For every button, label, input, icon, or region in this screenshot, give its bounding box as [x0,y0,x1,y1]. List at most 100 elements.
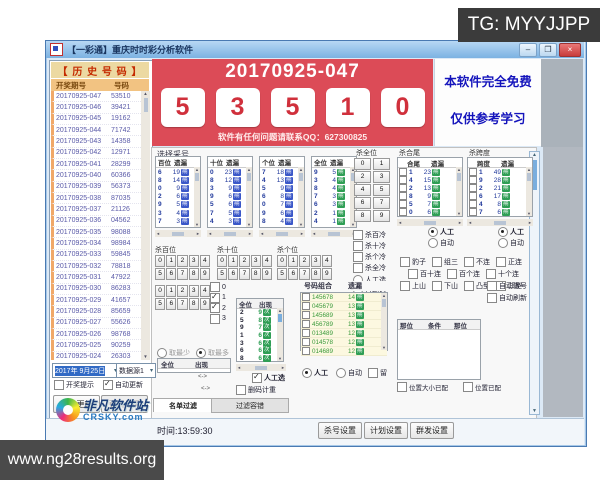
list-scrollbar[interactable]: ▲▼ [298,167,304,227]
broadcast-settings-button[interactable]: 群发设置 [410,422,454,439]
checkbox[interactable] [464,281,474,291]
take-min-radio[interactable]: 取最少 [157,348,190,358]
digit-button[interactable]: 2 [177,255,187,267]
list-hscroll[interactable]: ◄► [311,230,357,237]
manual-pick-checkbox[interactable]: 人工选 [252,373,285,383]
digit-button[interactable]: 2 [354,171,371,183]
digit-button[interactable]: 6 [166,268,176,280]
checkbox[interactable] [302,311,310,319]
digit-button[interactable]: 1 [373,158,390,170]
digit-button[interactable]: 8 [311,268,321,280]
checkbox[interactable] [469,184,477,192]
digit-button[interactable]: 3 [373,171,390,183]
history-row[interactable]: 20170925-03086283 [51,284,141,295]
history-row[interactable]: 20170925-03887035 [51,193,141,204]
digit-button[interactable]: 9 [200,268,210,280]
digit-button[interactable]: 3 [189,285,199,297]
sumtail-manual-radio[interactable]: 人工 [428,227,454,237]
digit-button[interactable]: 9 [373,210,390,222]
maximize-button[interactable]: ❐ [539,43,557,57]
auto-update-checkbox[interactable]: 自动更新 [103,380,143,390]
digit-button[interactable]: 1 [228,255,238,267]
digit-button[interactable]: 7 [373,197,390,209]
shape-filter-checkbox[interactable]: 下山 [432,281,458,291]
history-row[interactable]: 20170925-02426303 [51,352,141,360]
list-hscroll[interactable]: ◄► [155,230,201,237]
kill-cold-checkbox[interactable]: 杀全冷 [353,262,386,273]
checkbox[interactable] [399,208,407,216]
kill-settings-button[interactable]: 杀号设置 [318,422,362,439]
omission-row[interactable]: 06期 [398,208,462,216]
kill-cold-checkbox[interactable]: 杀十冷 [353,240,386,251]
digit-button[interactable]: 5 [155,298,165,310]
combo-manual-radio[interactable]: 人工 [302,368,328,378]
auto-refresh-checkbox[interactable]: 自动刷新 [487,293,527,303]
history-row[interactable]: 20170925-04314358 [51,136,141,147]
history-row[interactable]: 20170925-04471742 [51,125,141,136]
checkbox[interactable] [302,302,310,310]
digit-button[interactable]: 5 [155,268,165,280]
digit-button[interactable]: 7 [177,268,187,280]
list-hscroll[interactable]: ◄► [207,230,253,237]
combo-row[interactable]: 01457812期 [301,338,387,347]
digit-button[interactable]: 4 [322,255,332,267]
checkbox[interactable] [399,176,407,184]
checkbox[interactable] [353,241,363,251]
combo-row[interactable]: 04567913期 [301,302,387,311]
digit-button[interactable]: 9 [200,298,210,310]
span-manual-radio[interactable]: 人工 [498,227,524,237]
history-row[interactable]: 20170925-04212971 [51,148,141,159]
history-row[interactable]: 20170925-03604562 [51,216,141,227]
combo-row[interactable]: 14567814期 [301,293,387,302]
history-row[interactable]: 20170925-02590259 [51,340,141,351]
digit-button[interactable]: 7 [239,268,249,280]
digit-button[interactable]: 6 [166,298,176,310]
dedupe-checkbox[interactable]: 删码计重 [236,385,276,395]
list-scrollbar[interactable]: ▲▼ [246,167,252,227]
omission-row[interactable]: 48期 [468,200,532,208]
list-scrollbar[interactable]: ▲▼ [526,167,532,216]
close-button[interactable]: × [559,43,581,57]
digit-button[interactable]: 0 [217,255,227,267]
checkbox[interactable] [302,320,310,328]
digit-button[interactable]: 3 [189,255,199,267]
span-auto-radio[interactable]: 自动 [498,238,524,248]
history-row[interactable]: 20170925-04519162 [51,114,141,125]
omission-row[interactable]: 89期 [398,192,462,200]
checkbox[interactable] [399,168,407,176]
checkbox[interactable] [210,282,220,292]
combo-row[interactable]: 01468912期 [301,347,387,356]
omission-row[interactable]: 76期 [468,208,532,216]
history-row[interactable]: 20170925-02885659 [51,306,141,317]
stats-hscroll[interactable]: ◄► [236,364,286,371]
checkbox[interactable] [469,192,477,200]
plan-settings-button[interactable]: 计划设置 [364,422,408,439]
kill-cold-checkbox[interactable]: 杀个冷 [353,251,386,262]
history-row[interactable]: 20170925-03721126 [51,204,141,215]
omission-row[interactable]: 415期 [398,176,462,184]
pos-matched-checkbox[interactable]: 位置已配 [463,382,501,392]
history-row[interactable]: 20170925-04128299 [51,159,141,170]
combo-row[interactable]: 01348912期 [301,329,387,338]
omission-row[interactable]: 221期 [468,184,532,192]
list-scrollbar[interactable]: ▲▼ [194,167,200,227]
draw-tip-checkbox[interactable]: 开奖提示 [54,380,94,390]
omission-row[interactable]: 123期 [398,168,462,176]
combo-row[interactable]: 45678913期 [301,320,387,329]
checkbox[interactable] [302,338,310,346]
digit-button[interactable]: 8 [189,268,199,280]
digit-button[interactable]: 3 [251,255,261,267]
digit-button[interactable]: 2 [177,285,187,297]
history-row[interactable]: 20170925-03147922 [51,272,141,283]
checkbox[interactable] [469,176,477,184]
digit-button[interactable]: 6 [228,268,238,280]
shape-filter-checkbox[interactable]: 上山 [400,281,426,291]
omission-row[interactable]: 57期 [398,200,462,208]
datasource-dropdown[interactable]: 数据源1 [116,363,156,378]
digit-button[interactable]: 1 [288,255,298,267]
list-hscroll[interactable]: ◄► [259,230,305,237]
omission-row[interactable]: 213期 [398,184,462,192]
digit-button[interactable]: 7 [299,268,309,280]
digit-button[interactable]: 2 [299,255,309,267]
checkbox[interactable] [399,192,407,200]
